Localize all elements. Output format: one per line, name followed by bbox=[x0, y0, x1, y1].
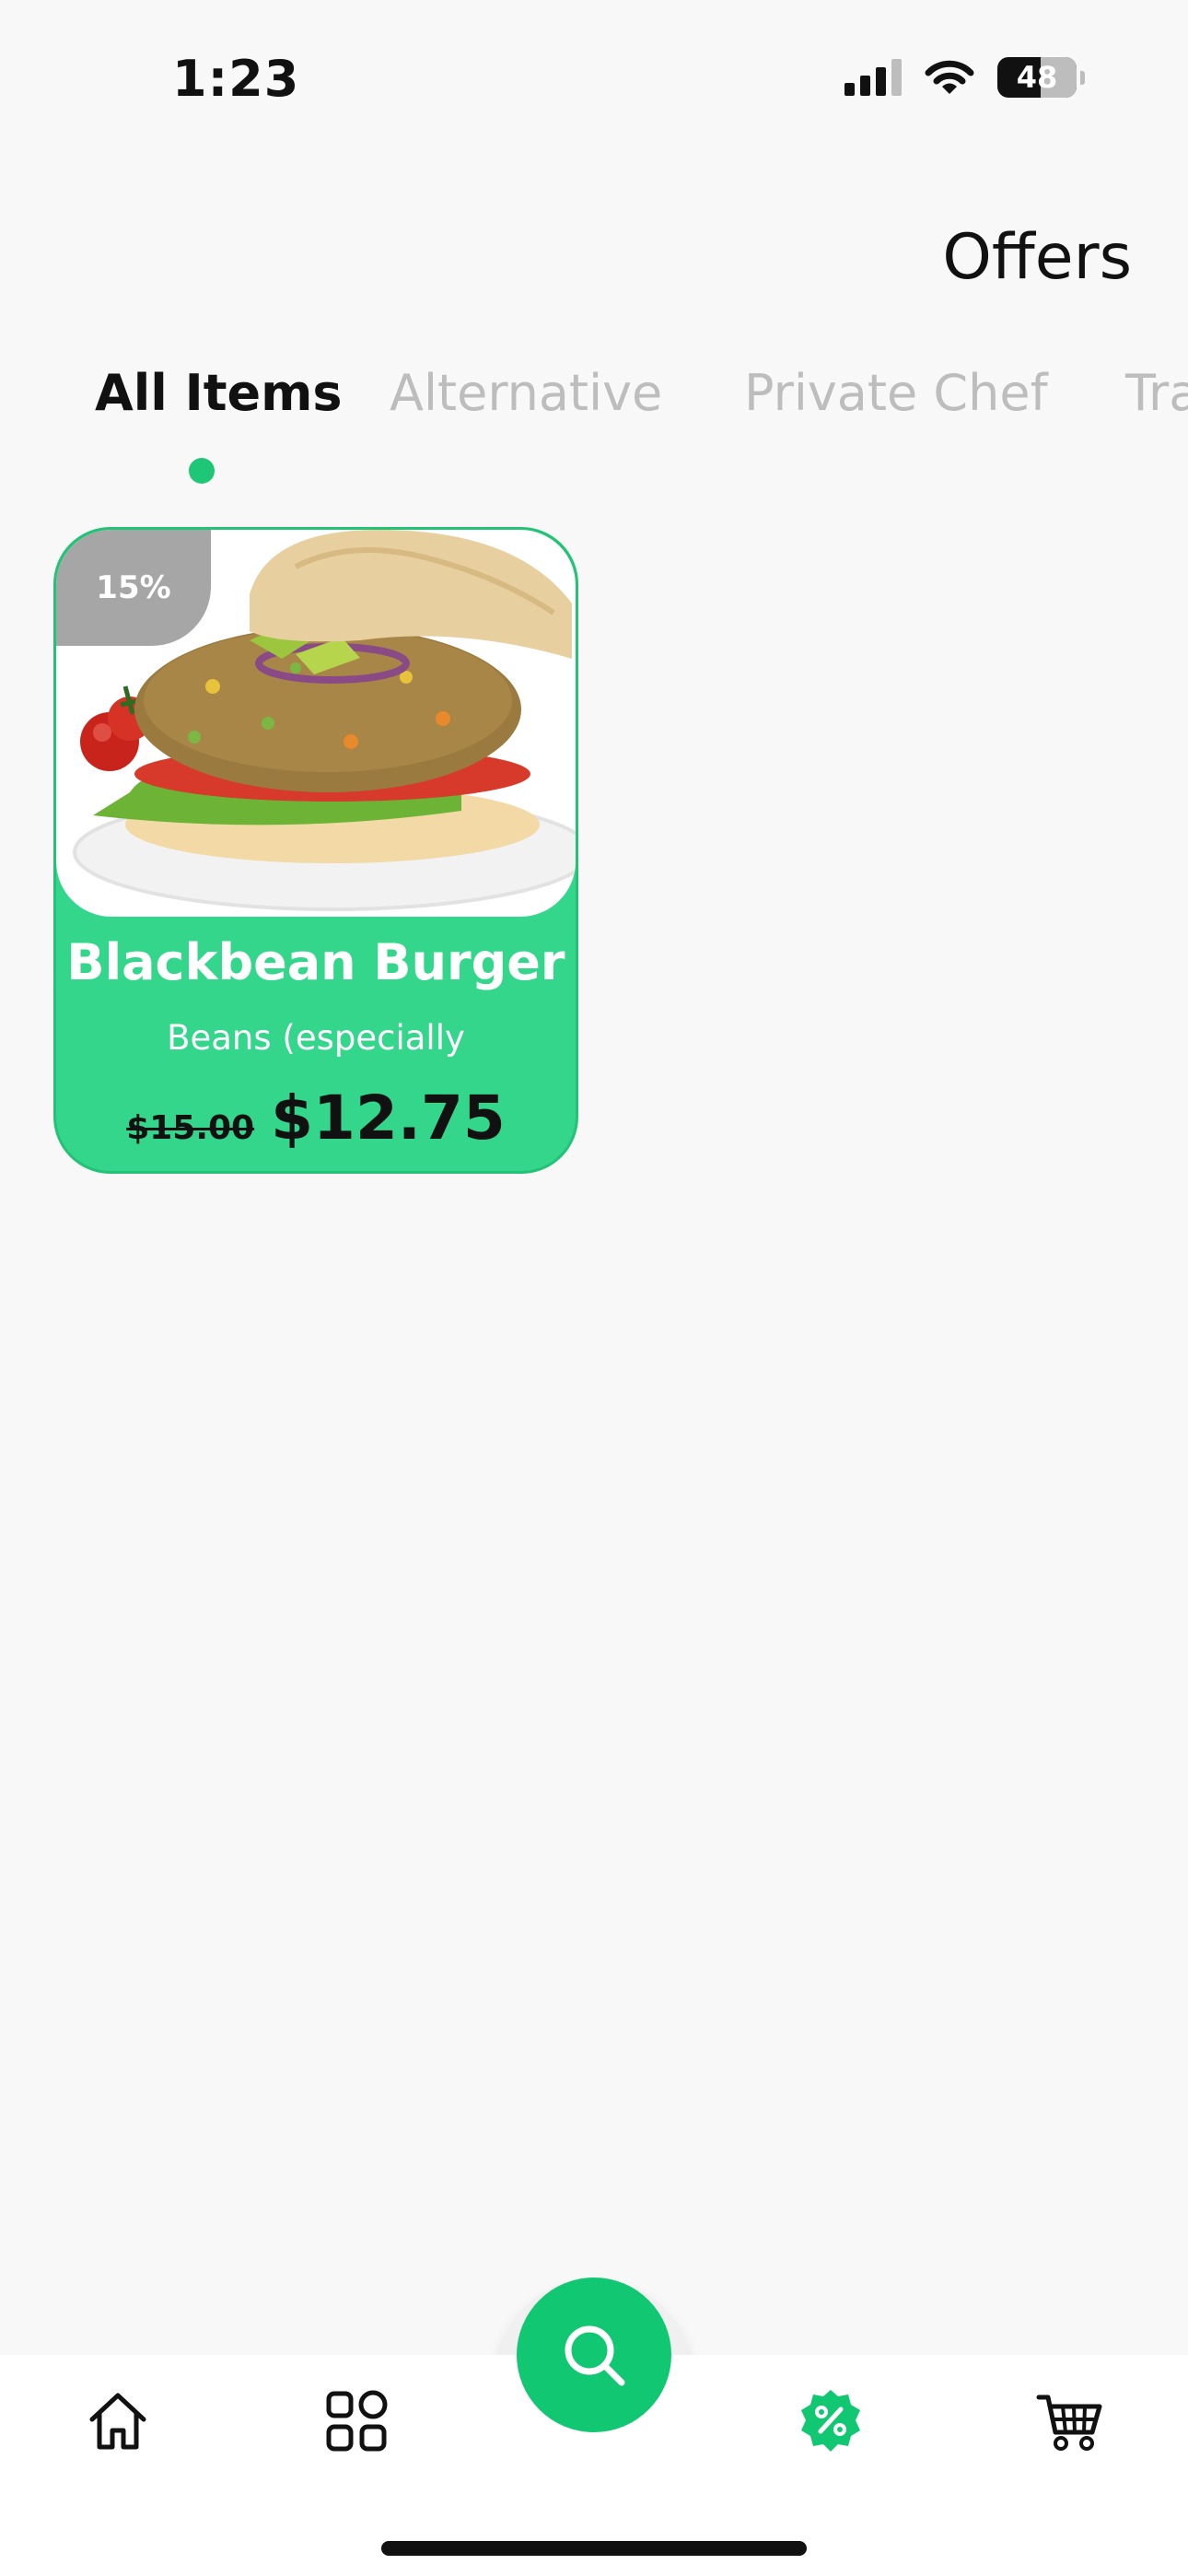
tab-all-items[interactable]: All Items bbox=[95, 364, 343, 422]
tab-tra[interactable]: Tra bbox=[1125, 364, 1188, 422]
nav-cart[interactable] bbox=[1033, 2384, 1107, 2458]
offer-card[interactable]: 15% Blackbean Burger Beans (especially $… bbox=[53, 527, 578, 1174]
offer-description: Beans (especially bbox=[167, 1018, 465, 1058]
grid-icon bbox=[326, 2390, 388, 2452]
old-price: $15.00 bbox=[126, 1109, 255, 1147]
page-title: Offers bbox=[942, 221, 1132, 294]
nav-offers[interactable] bbox=[794, 2384, 868, 2458]
new-price: $12.75 bbox=[271, 1083, 506, 1153]
battery-tip bbox=[1080, 70, 1085, 85]
offer-prices: $15.00 $12.75 bbox=[56, 1083, 576, 1153]
battery-icon: 48 bbox=[997, 57, 1077, 98]
cellular-signal-icon bbox=[844, 59, 902, 96]
cart-icon bbox=[1036, 2395, 1102, 2451]
status-bar: 1:23 48 bbox=[0, 0, 1188, 157]
tab-private-chef[interactable]: Private Chef bbox=[744, 364, 1048, 422]
nav-home[interactable] bbox=[81, 2384, 155, 2458]
home-indicator[interactable] bbox=[381, 2541, 807, 2556]
home-icon bbox=[89, 2393, 146, 2450]
offer-title: Blackbean Burger bbox=[66, 933, 565, 991]
discount-badge: 15% bbox=[56, 530, 211, 646]
active-tab-indicator bbox=[189, 458, 215, 484]
discount-icon bbox=[801, 2390, 860, 2452]
wifi-icon bbox=[925, 60, 974, 94]
battery-level: 48 bbox=[1016, 60, 1058, 95]
category-tabs: All Items Alternative Private Chef Tra bbox=[0, 364, 1188, 493]
tab-alternative[interactable]: Alternative bbox=[390, 364, 662, 422]
status-time: 1:23 bbox=[172, 50, 300, 108]
nav-categories[interactable] bbox=[320, 2384, 393, 2458]
search-icon bbox=[565, 2325, 625, 2386]
search-button[interactable] bbox=[517, 2277, 671, 2432]
status-icons: 48 bbox=[844, 57, 1085, 98]
